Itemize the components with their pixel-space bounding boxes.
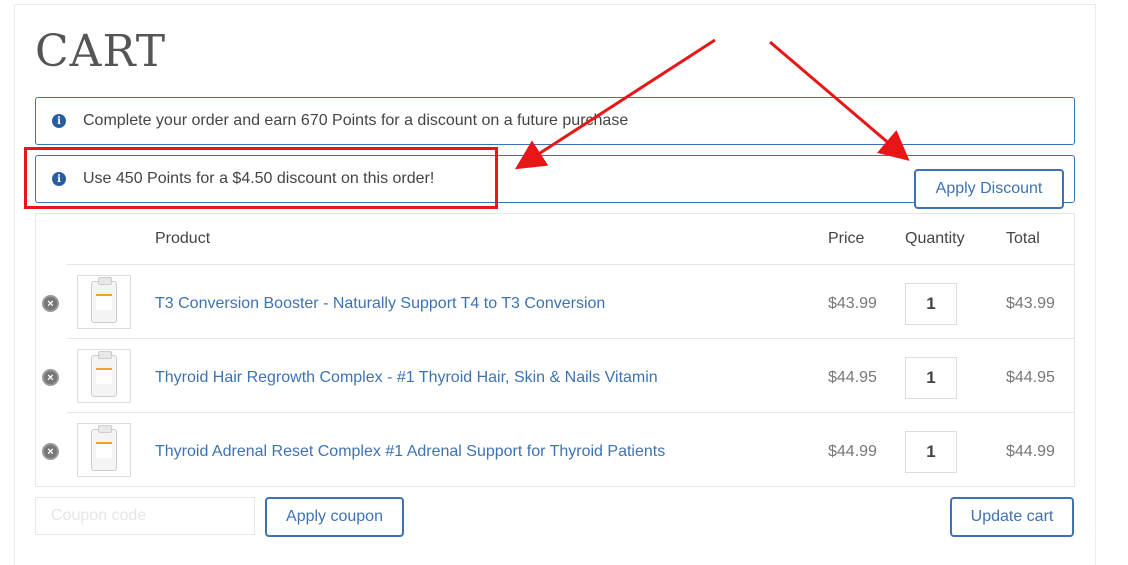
notice-text: Complete your order and earn 670 Points … <box>83 112 629 129</box>
update-cart-button[interactable]: Update cart <box>950 497 1074 537</box>
product-link[interactable]: Thyroid Adrenal Reset Complex #1 Adrenal… <box>155 443 665 461</box>
apply-coupon-button[interactable]: Apply coupon <box>265 497 404 537</box>
header-total: Total <box>1006 230 1040 247</box>
remove-item-icon[interactable]: × <box>42 369 59 386</box>
item-price: $44.99 <box>828 443 877 460</box>
item-total: $43.99 <box>1006 295 1055 312</box>
remove-item-icon[interactable]: × <box>42 295 59 312</box>
page-title: CART <box>35 26 167 77</box>
product-thumbnail[interactable] <box>77 423 131 477</box>
info-icon: i <box>52 114 66 128</box>
quantity-input[interactable]: 1 <box>905 357 957 399</box>
item-total: $44.95 <box>1006 369 1055 386</box>
coupon-code-input[interactable] <box>35 497 255 535</box>
row-divider <box>67 338 1075 339</box>
item-price: $43.99 <box>828 295 877 312</box>
points-earn-notice: i Complete your order and earn 670 Point… <box>35 97 1075 145</box>
bottle-image <box>91 425 117 471</box>
apply-discount-button[interactable]: Apply Discount <box>914 169 1064 209</box>
item-price: $44.95 <box>828 369 877 386</box>
bottle-image <box>91 351 117 397</box>
bottle-image <box>91 277 117 323</box>
header-product: Product <box>155 230 211 247</box>
header-price: Price <box>828 230 865 247</box>
product-link[interactable]: T3 Conversion Booster - Naturally Suppor… <box>155 295 605 313</box>
item-total: $44.99 <box>1006 443 1055 460</box>
product-thumbnail[interactable] <box>77 275 131 329</box>
product-thumbnail[interactable] <box>77 349 131 403</box>
row-divider <box>67 264 1075 265</box>
row-divider <box>67 412 1075 413</box>
quantity-input[interactable]: 1 <box>905 431 957 473</box>
header-quantity: Quantity <box>905 230 965 247</box>
product-link[interactable]: Thyroid Hair Regrowth Complex - #1 Thyro… <box>155 369 658 387</box>
annotation-highlight-box <box>24 147 498 209</box>
remove-item-icon[interactable]: × <box>42 443 59 460</box>
quantity-input[interactable]: 1 <box>905 283 957 325</box>
